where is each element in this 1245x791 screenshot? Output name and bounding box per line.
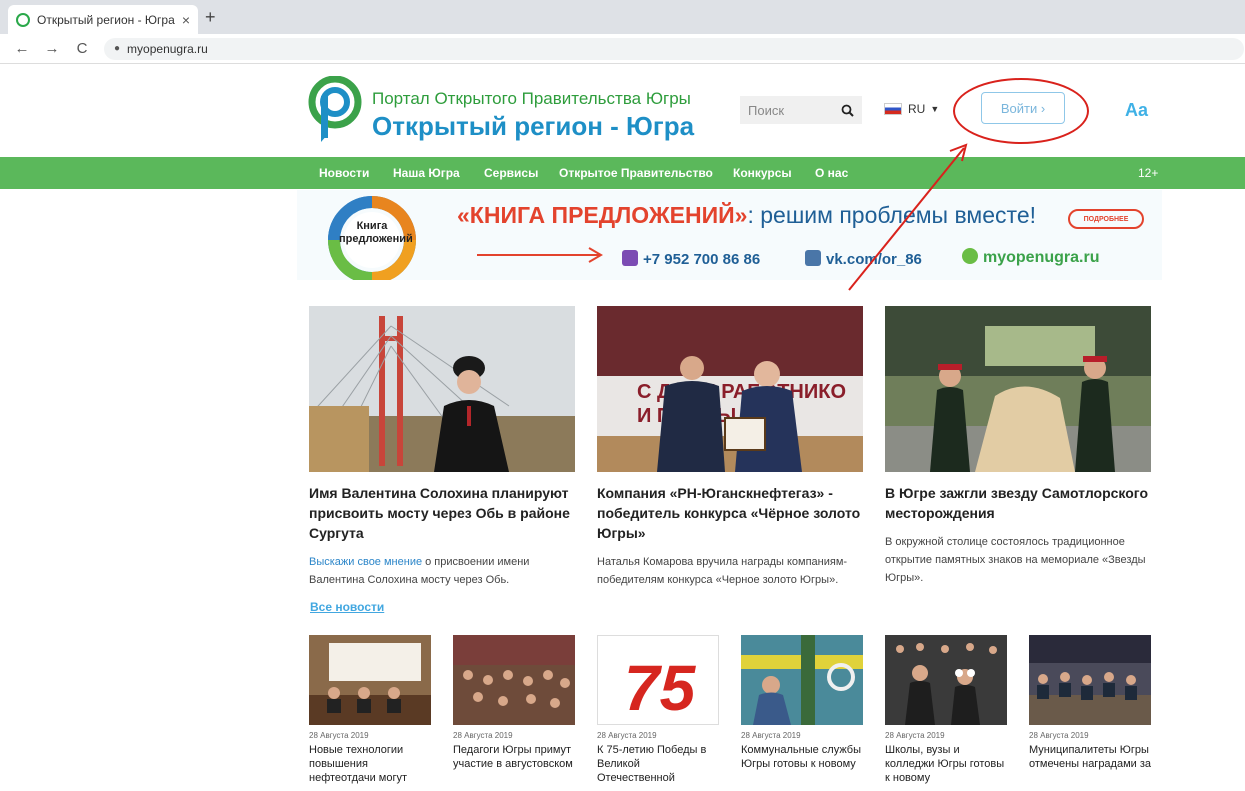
news-title[interactable]: В Югре зажгли звезду Самотлорского место… bbox=[885, 483, 1151, 523]
news-text: Выскажи свое мнение о присвоении имени В… bbox=[309, 553, 575, 589]
portal-logo-icon[interactable] bbox=[307, 76, 363, 142]
news-date: 28 Августа 2019 bbox=[309, 731, 369, 740]
font-size-toggle[interactable]: Aa bbox=[1125, 100, 1148, 121]
search-icon[interactable] bbox=[841, 104, 854, 117]
banner-site[interactable]: myopenugra.ru bbox=[962, 248, 1099, 267]
small-news-image[interactable] bbox=[1029, 635, 1151, 725]
small-news-card[interactable]: 28 Августа 2019 Муниципалитеты Югры отме… bbox=[1029, 635, 1151, 771]
small-news-card[interactable]: 28 Августа 2019 Педагоги Югры примут уча… bbox=[453, 635, 575, 771]
viber-icon bbox=[622, 250, 638, 266]
address-bar: ← → C ● myopenugra.ru bbox=[0, 34, 1245, 64]
banner-headline-accent: «КНИГА ПРЕДЛОЖЕНИЙ» bbox=[457, 202, 748, 228]
news-date: 28 Августа 2019 bbox=[453, 731, 513, 740]
banner-phone[interactable]: +7 952 700 86 86 bbox=[622, 250, 760, 268]
proposals-banner[interactable]: Книга предложений «КНИГА ПРЕДЛОЖЕНИЙ»: р… bbox=[297, 190, 1162, 280]
close-tab-icon[interactable]: × bbox=[182, 12, 190, 28]
menu-item-our-ugra[interactable]: Наша Югра bbox=[393, 166, 460, 180]
menu-item-contests[interactable]: Конкурсы bbox=[733, 166, 792, 180]
vk-icon bbox=[805, 250, 821, 266]
arrow-right-icon bbox=[477, 247, 603, 263]
menu-item-about[interactable]: О нас bbox=[815, 166, 848, 180]
small-news-card[interactable]: 28 Августа 2019 Школы, вузы и колледжи Ю… bbox=[885, 635, 1007, 785]
forward-icon[interactable]: → bbox=[44, 40, 60, 57]
banner-headline: «КНИГА ПРЕДЛОЖЕНИЙ»: решим проблемы вмес… bbox=[457, 202, 1036, 229]
small-news-image[interactable] bbox=[741, 635, 863, 725]
news-card[interactable]: В Югре зажгли звезду Самотлорского место… bbox=[885, 306, 1151, 587]
small-news-image[interactable] bbox=[309, 635, 431, 725]
lock-icon: ● bbox=[114, 43, 121, 54]
banner-site-text: myopenugra.ru bbox=[983, 249, 1100, 266]
banner-vk[interactable]: vk.com/or_86 bbox=[805, 250, 922, 268]
small-news-title[interactable]: Коммунальные службы Югры готовы к новому bbox=[741, 743, 863, 771]
news-title[interactable]: Компания «РН-Юганскнефтегаз» - победител… bbox=[597, 483, 863, 543]
news-card[interactable]: С ДНЕМ РАБОТНИКО И ПРОМЫ Компания «РН-Юг… bbox=[597, 306, 863, 589]
news-text: Наталья Комарова вручила награды компани… bbox=[597, 556, 848, 586]
small-news-title[interactable]: К 75-летию Победы в Великой Отечественно… bbox=[597, 743, 719, 785]
news-text: В окружной столице состоялось традиционн… bbox=[885, 536, 1146, 584]
news-date: 28 Августа 2019 bbox=[885, 731, 945, 740]
news-title[interactable]: Имя Валентина Солохина планируют присвои… bbox=[309, 483, 575, 543]
browser-tab[interactable]: Открытый регион - Югра × bbox=[8, 5, 198, 34]
news-card[interactable]: Имя Валентина Солохина планируют присвои… bbox=[309, 306, 575, 589]
small-news-title[interactable]: Новые технологии повышения нефтеотдачи м… bbox=[309, 743, 431, 785]
tab-title: Открытый регион - Югра bbox=[37, 12, 175, 27]
banner-vk-text: vk.com/or_86 bbox=[826, 251, 922, 268]
globe-icon bbox=[962, 248, 978, 264]
small-news-title[interactable]: Педагоги Югры примут участие в августовс… bbox=[453, 743, 575, 771]
banner-more-button[interactable]: ПОДРОБНЕЕ bbox=[1068, 209, 1144, 229]
menu-item-open-government[interactable]: Открытое Правительство bbox=[559, 166, 713, 180]
portal-subtitle: Портал Открытого Правительства Югры bbox=[372, 89, 691, 108]
search-placeholder: Поиск bbox=[748, 102, 785, 118]
news-date: 28 Августа 2019 bbox=[597, 731, 657, 740]
banner-book-label: Книга предложений bbox=[339, 220, 413, 245]
news-opinion-link[interactable]: Выскажи свое мнение bbox=[309, 556, 422, 568]
annotation-circle bbox=[953, 78, 1089, 144]
small-news-image[interactable]: 75 bbox=[597, 635, 719, 725]
back-icon[interactable]: ← bbox=[14, 40, 30, 57]
new-tab-icon[interactable]: + bbox=[205, 7, 216, 28]
site-favicon-icon bbox=[16, 12, 30, 27]
site-title[interactable]: Открытый регион - Югра bbox=[372, 111, 694, 142]
menu-item-services[interactable]: Сервисы bbox=[484, 166, 538, 180]
small-news-title[interactable]: Школы, вузы и колледжи Югры готовы к нов… bbox=[885, 743, 1007, 785]
news-date: 28 Августа 2019 bbox=[741, 731, 801, 740]
reload-icon[interactable]: C bbox=[74, 40, 90, 57]
language-code: RU bbox=[908, 102, 926, 116]
url-text: myopenugra.ru bbox=[127, 41, 208, 56]
news-date: 28 Августа 2019 bbox=[1029, 731, 1089, 740]
news-image-award[interactable]: С ДНЕМ РАБОТНИКО И ПРОМЫ bbox=[597, 306, 863, 472]
banner-phone-text: +7 952 700 86 86 bbox=[643, 251, 761, 268]
age-rating: 12+ bbox=[1138, 166, 1159, 180]
small-news-image[interactable] bbox=[453, 635, 575, 725]
url-input[interactable]: ● myopenugra.ru bbox=[104, 37, 1244, 60]
search-input[interactable]: Поиск bbox=[740, 96, 862, 124]
main-menu: Новости Наша Югра Сервисы Открытое Прави… bbox=[0, 157, 1245, 189]
small-news-card[interactable]: 28 Августа 2019 Коммунальные службы Югры… bbox=[741, 635, 863, 771]
site-header: Портал Открытого Правительства Югры Откр… bbox=[0, 64, 1245, 156]
small-news-card[interactable]: 75 28 Августа 2019 К 75-летию Победы в В… bbox=[597, 635, 719, 785]
small-news-title[interactable]: Муниципалитеты Югры отмечены наградами з… bbox=[1029, 743, 1151, 771]
menu-item-news[interactable]: Новости bbox=[319, 166, 369, 180]
browser-tab-strip: Открытый регион - Югра × + bbox=[0, 0, 1245, 34]
all-news-link[interactable]: Все новости bbox=[310, 600, 384, 614]
russia-flag-icon bbox=[884, 103, 902, 115]
news-image-memorial[interactable] bbox=[885, 306, 1151, 472]
language-selector[interactable]: RU ▼ bbox=[884, 102, 939, 116]
banner-headline-rest: : решим проблемы вместе! bbox=[747, 202, 1036, 228]
small-news-card[interactable]: 28 Августа 2019 Новые технологии повышен… bbox=[309, 635, 431, 785]
news-image-bridge[interactable] bbox=[309, 306, 575, 472]
victory-75-badge: 75 bbox=[624, 652, 697, 724]
small-news-image[interactable] bbox=[885, 635, 1007, 725]
chevron-down-icon: ▼ bbox=[930, 104, 940, 114]
